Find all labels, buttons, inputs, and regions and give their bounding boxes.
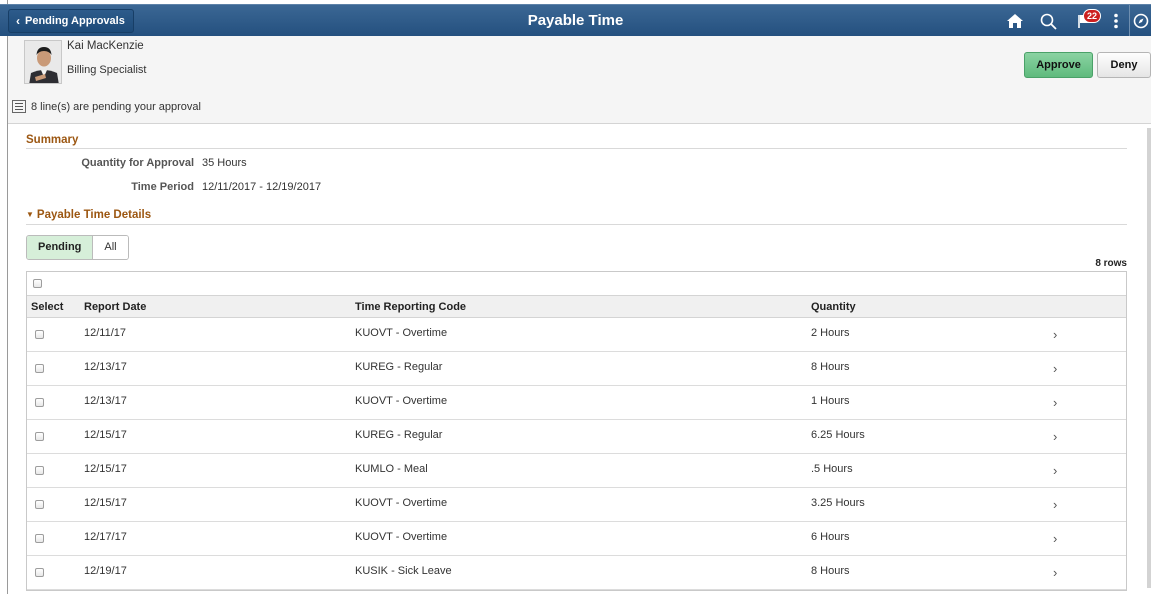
time-reporting-code-cell: KUSIK - Sick Leave <box>355 565 452 577</box>
header-actions: 22 <box>1006 5 1151 37</box>
quantity-cell: 1 Hours <box>811 395 850 407</box>
report-date-cell: 12/13/17 <box>84 395 127 407</box>
table-row[interactable]: 12/17/17 KUOVT - Overtime 6 Hours › <box>27 522 1126 556</box>
time-period-value: 12/11/2017 - 12/19/2017 <box>202 181 322 193</box>
tab-pending[interactable]: Pending <box>27 236 94 259</box>
chevron-right-icon[interactable]: › <box>1053 498 1057 512</box>
chevron-right-icon[interactable]: › <box>1053 396 1057 410</box>
chevron-right-icon[interactable]: › <box>1053 566 1057 580</box>
back-button-label: Pending Approvals <box>25 15 125 27</box>
deny-button[interactable]: Deny <box>1097 52 1151 78</box>
approver-panel: Kai MacKenzie Billing Specialist Approve… <box>8 36 1151 124</box>
home-icon[interactable] <box>1006 13 1024 29</box>
chevron-right-icon[interactable]: › <box>1053 532 1057 546</box>
table-row[interactable]: 12/11/17 KUOVT - Overtime 2 Hours › <box>27 318 1126 352</box>
row-select-checkbox[interactable] <box>35 500 44 509</box>
report-date-cell: 12/17/17 <box>84 531 127 543</box>
grid-header: Select Report Date Time Reporting Code Q… <box>27 296 1126 318</box>
row-select-checkbox[interactable] <box>35 432 44 441</box>
back-button[interactable]: ‹ Pending Approvals <box>8 9 134 33</box>
quantity-cell: 6.25 Hours <box>811 429 865 441</box>
quantity-cell: 8 Hours <box>811 565 850 577</box>
row-select-checkbox[interactable] <box>35 534 44 543</box>
report-date-cell: 12/13/17 <box>84 361 127 373</box>
payable-time-details-heading[interactable]: ▼ Payable Time Details <box>26 209 151 221</box>
column-header-report-date[interactable]: Report Date <box>84 296 146 318</box>
time-reporting-code-cell: KUOVT - Overtime <box>355 327 448 339</box>
compass-icon[interactable] <box>1129 5 1151 37</box>
employee-job-title: Billing Specialist <box>67 64 147 76</box>
report-date-cell: 12/15/17 <box>84 429 127 441</box>
summary-divider <box>26 148 1127 149</box>
row-select-checkbox[interactable] <box>35 466 44 475</box>
chevron-right-icon[interactable]: › <box>1053 430 1057 444</box>
payable-time-details-label: Payable Time Details <box>36 209 152 221</box>
quantity-cell: 6 Hours <box>811 531 850 543</box>
employee-photo <box>24 40 62 84</box>
grid-rows: 12/11/17 KUOVT - Overtime 2 Hours › 12/13/17… <box>27 318 1126 590</box>
table-row[interactable]: 12/13/17 KUOVT - Overtime 1 Hours › <box>27 386 1126 420</box>
report-date-cell: 12/15/17 <box>84 497 127 509</box>
rows-count: 8 rows <box>1095 258 1127 269</box>
table-row[interactable]: 12/15/17 KUREG - Regular 6.25 Hours › <box>27 420 1126 454</box>
row-select-checkbox[interactable] <box>35 364 44 373</box>
quantity-for-approval-label: Quantity for Approval <box>81 157 194 169</box>
report-date-cell: 12/11/17 <box>84 327 127 339</box>
table-row[interactable]: 12/19/17 KUSIK - Sick Leave 8 Hours › <box>27 556 1126 590</box>
report-date-cell: 12/19/17 <box>84 565 127 577</box>
time-reporting-code-cell: KUOVT - Overtime <box>355 395 448 407</box>
details-divider <box>26 224 1127 225</box>
time-reporting-code-cell: KUOVT - Overtime <box>355 497 448 509</box>
status-filter-segmented: Pending All <box>26 235 129 260</box>
grid-select-all-bar <box>27 272 1126 296</box>
scrollbar[interactable] <box>1147 128 1151 588</box>
time-reporting-code-cell: KUOVT - Overtime <box>355 531 448 543</box>
tab-all[interactable]: All <box>93 236 128 259</box>
employee-name: Kai MacKenzie <box>67 40 144 52</box>
payable-time-grid: Select Report Date Time Reporting Code Q… <box>26 271 1127 591</box>
summary-heading: Summary <box>26 134 79 146</box>
table-row[interactable]: 12/15/17 KUMLO - Meal .5 Hours › <box>27 454 1126 488</box>
select-all-checkbox[interactable] <box>33 279 42 288</box>
row-select-checkbox[interactable] <box>35 330 44 339</box>
time-reporting-code-cell: KUMLO - Meal <box>355 463 428 475</box>
chevron-left-icon: ‹ <box>16 14 20 28</box>
time-period-label: Time Period <box>131 181 194 193</box>
quantity-for-approval-value: 35 Hours <box>202 157 247 169</box>
row-select-checkbox[interactable] <box>35 568 44 577</box>
approve-button[interactable]: Approve <box>1024 52 1093 78</box>
column-header-time-reporting-code[interactable]: Time Reporting Code <box>355 296 466 318</box>
page-title: Payable Time <box>527 12 624 29</box>
pending-approval-text: 8 line(s) are pending your approval <box>31 100 201 113</box>
quantity-cell: .5 Hours <box>811 463 853 475</box>
quantity-cell: 2 Hours <box>811 327 850 339</box>
table-row[interactable]: 12/13/17 KUREG - Regular 8 Hours › <box>27 352 1126 386</box>
search-icon[interactable] <box>1040 13 1057 30</box>
row-select-checkbox[interactable] <box>35 398 44 407</box>
chevron-right-icon[interactable]: › <box>1053 464 1057 478</box>
notifications-flag-icon[interactable]: 22 <box>1073 9 1102 29</box>
more-vertical-icon[interactable] <box>1113 13 1119 29</box>
header-bar: Payable Time ‹ Pending Approvals 22 <box>0 4 1151 37</box>
chevron-right-icon[interactable]: › <box>1053 328 1057 342</box>
time-reporting-code-cell: KUREG - Regular <box>355 361 443 373</box>
pending-approval-notice: 8 line(s) are pending your approval <box>12 100 201 113</box>
quantity-cell: 8 Hours <box>811 361 850 373</box>
triangle-down-icon: ▼ <box>26 210 34 219</box>
chevron-right-icon[interactable]: › <box>1053 362 1057 376</box>
column-header-quantity[interactable]: Quantity <box>811 296 856 318</box>
quantity-cell: 3.25 Hours <box>811 497 865 509</box>
time-reporting-code-cell: KUREG - Regular <box>355 429 443 441</box>
report-date-cell: 12/15/17 <box>84 463 127 475</box>
column-header-select: Select <box>31 301 64 313</box>
table-row[interactable]: 12/15/17 KUOVT - Overtime 3.25 Hours › <box>27 488 1126 522</box>
lines-icon[interactable] <box>12 100 26 113</box>
notification-badge: 22 <box>1083 9 1102 23</box>
